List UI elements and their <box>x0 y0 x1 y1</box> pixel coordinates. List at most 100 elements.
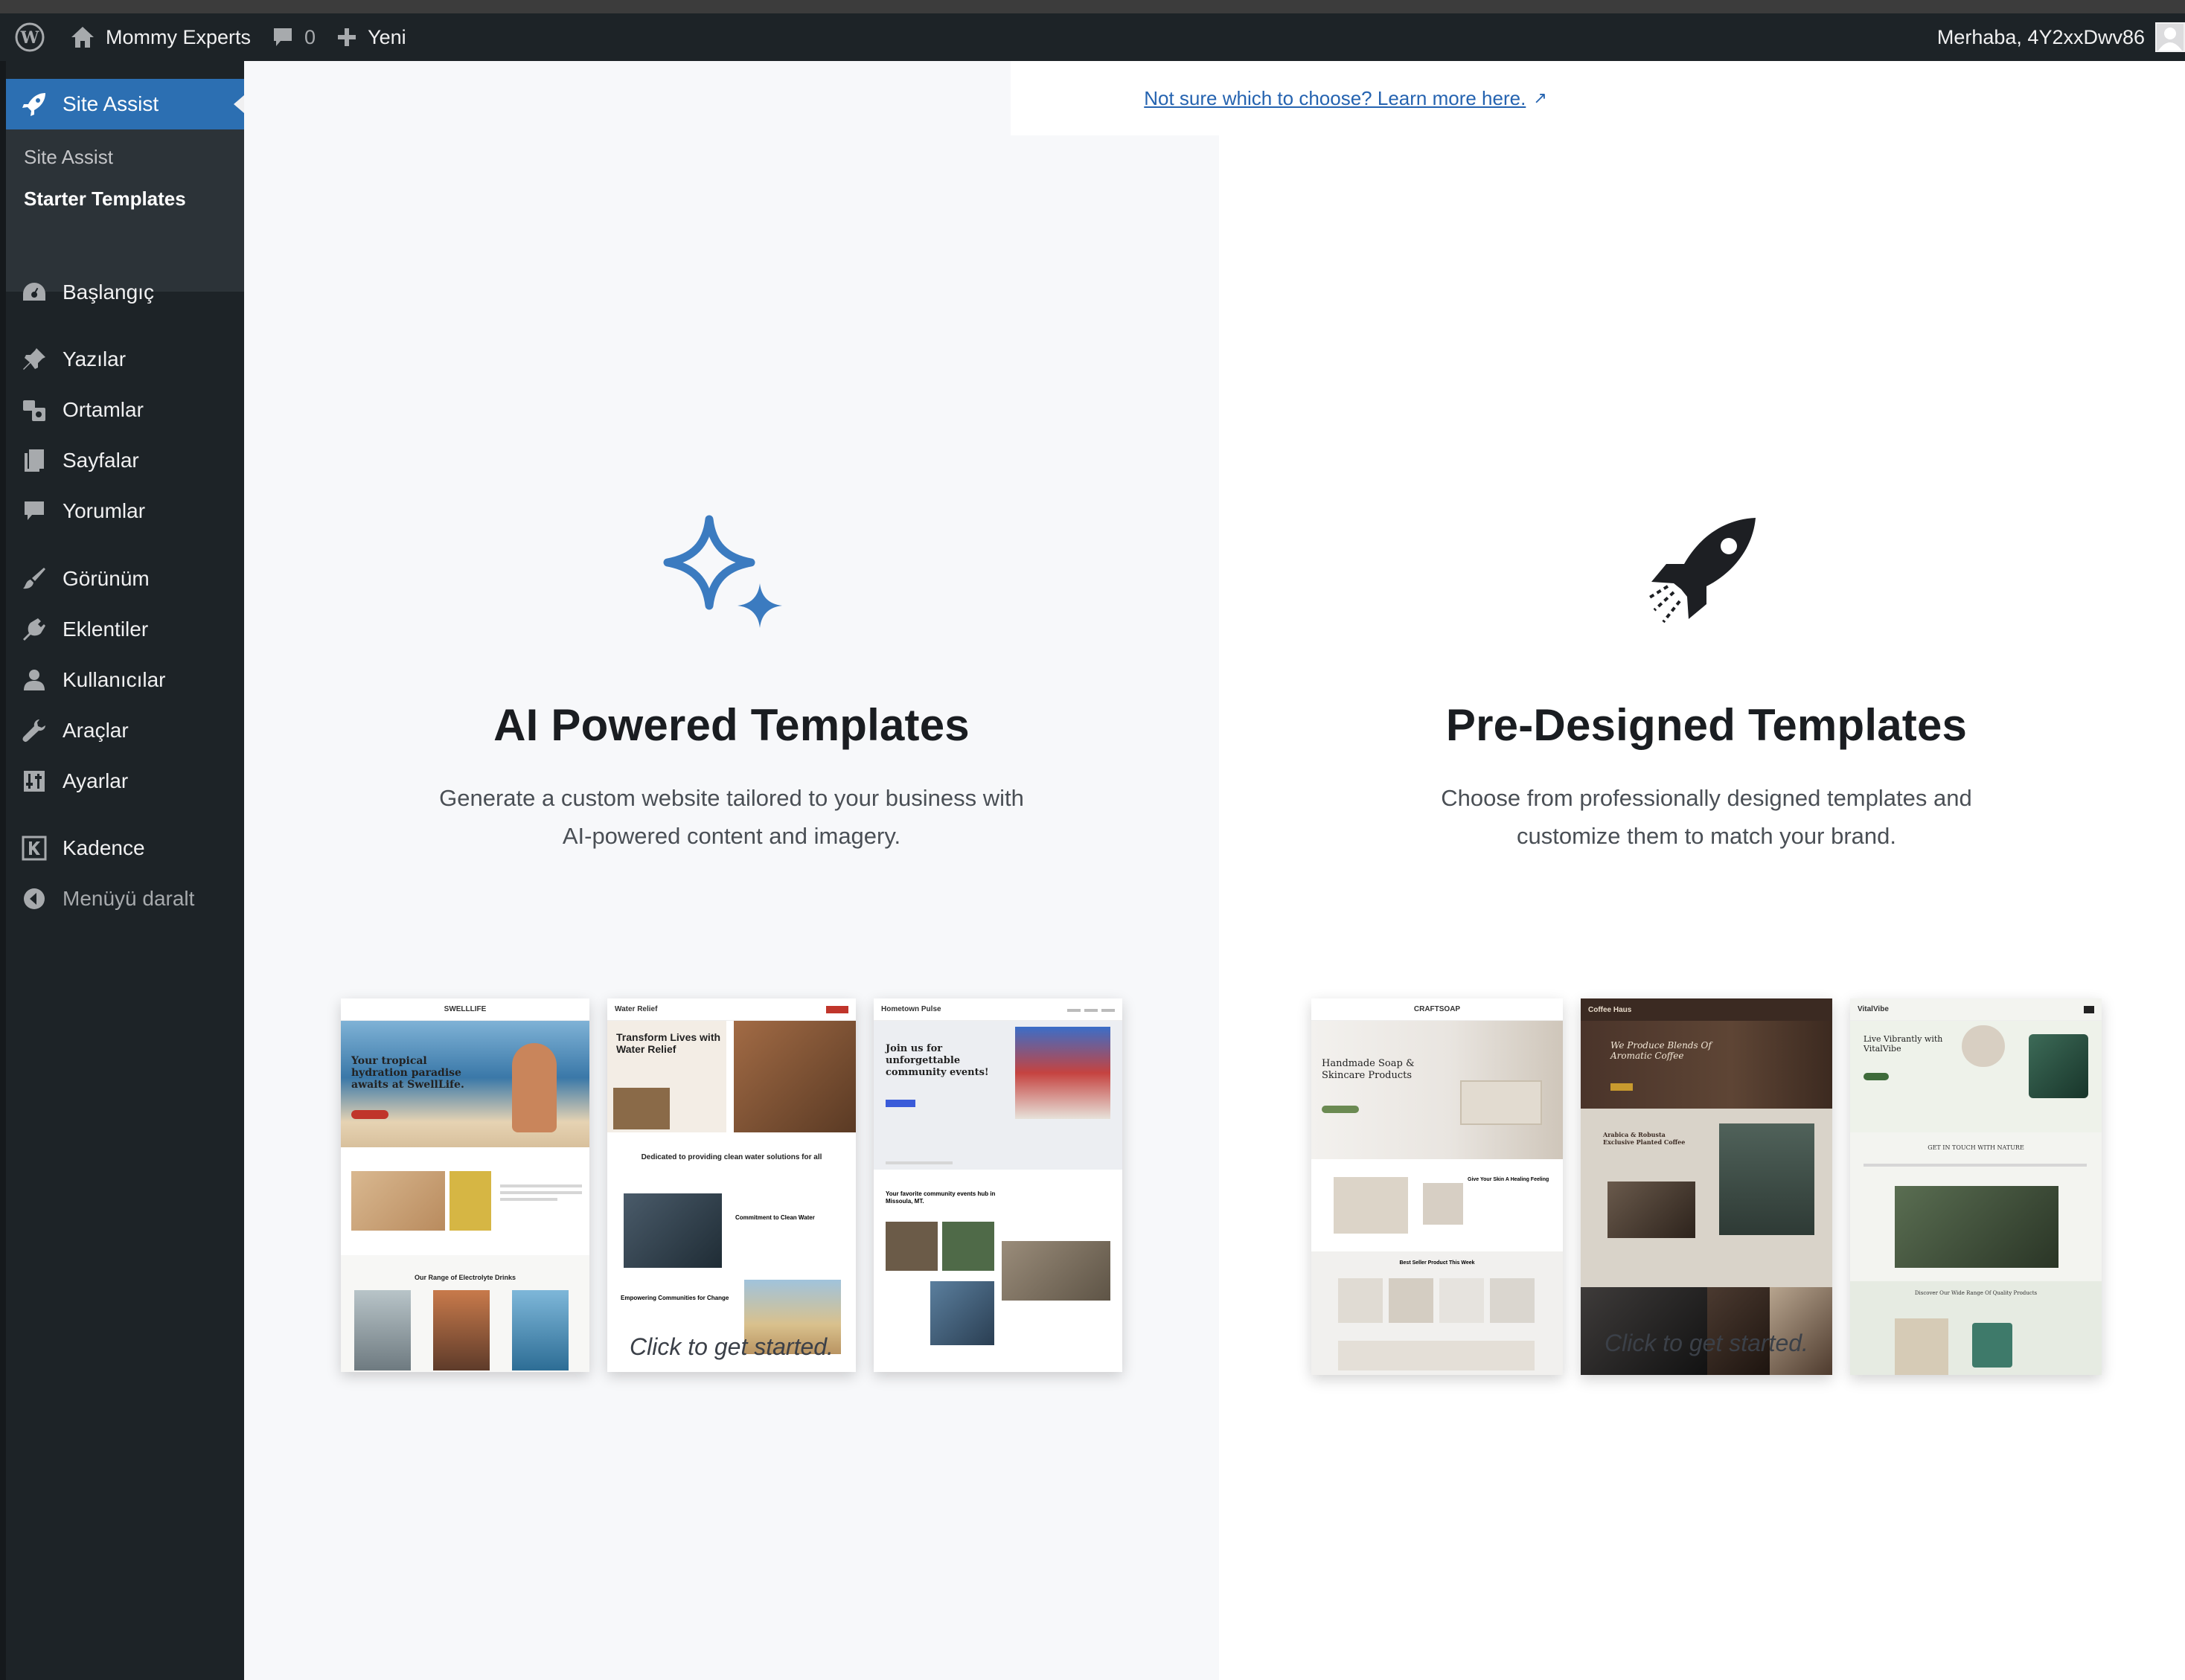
collapse-menu-button[interactable]: Menüyü daralt <box>6 879 244 918</box>
preview-logo: Water Relief <box>615 1005 658 1013</box>
external-link-icon: ↗ <box>1533 89 1547 107</box>
preview-headline: Handmade Soap & Skincare Products <box>1322 1058 1415 1081</box>
new-content-button[interactable]: Yeni <box>326 13 417 61</box>
sidebar-label: Sayfalar <box>63 449 139 472</box>
sidebar-label: Başlangıç <box>63 280 154 304</box>
woman-figure <box>512 1043 557 1132</box>
product-photo-2 <box>1389 1278 1433 1323</box>
help-note: Not sure which to choose? Learn more her… <box>1011 61 1680 135</box>
ai-preview-thumbnails: SWELLLIFE Your tropical hydration paradi… <box>278 998 1186 1372</box>
account-menu[interactable]: Merhaba, 4Y2xxDwv86 <box>1927 13 2185 61</box>
market-photo-3 <box>1002 1241 1110 1301</box>
predesigned-card-description: Choose from professionally designed temp… <box>1441 785 1972 849</box>
preview-headline: Join us for unforgettable community even… <box>886 1043 989 1078</box>
admin-sidebar: Site Assist Site Assist Starter Template… <box>0 61 244 1680</box>
preview-button <box>1864 1073 1889 1080</box>
sidebar-item-dashboard[interactable]: Başlangıç <box>6 273 244 312</box>
comment-bubble-icon <box>274 28 292 46</box>
media-icon <box>19 397 49 423</box>
predesigned-templates-card[interactable]: Pre-Designed Templates Choose from profe… <box>1253 478 2160 1519</box>
sidebar-label: Ayarlar <box>63 769 129 792</box>
sidebar-label: Yorumlar <box>63 499 146 522</box>
preview-craftsoap: CRAFTSOAP Handmade Soap & Skincare Produ… <box>1311 998 1563 1375</box>
sidebar-item-media[interactable]: Ortamlar <box>6 391 244 429</box>
product-photo-3 <box>1439 1278 1484 1323</box>
preview-subheading: Commitment to Clean Water <box>735 1214 815 1221</box>
preview-swelllife: SWELLLIFE Your tropical hydration paradi… <box>341 998 589 1372</box>
supplement-jar-photo <box>2029 1034 2088 1098</box>
espresso-photo <box>1607 1182 1695 1238</box>
sidebar-item-posts[interactable]: Yazılar <box>6 340 244 379</box>
sidebar-item-plugins[interactable]: Eklentiler <box>6 610 244 649</box>
sidebar-item-kadence[interactable]: Kadence <box>6 829 244 868</box>
rocket-icon <box>1253 515 2160 641</box>
text-lines <box>500 1181 582 1201</box>
sidebar-item-tools[interactable]: Araçlar <box>6 711 244 750</box>
collapse-icon <box>19 887 49 911</box>
sidebar-submenu: Site Assist Starter Templates <box>6 129 244 292</box>
kadence-icon <box>19 836 49 861</box>
pages-icon <box>19 448 49 473</box>
bowl-photo <box>1962 1025 2005 1067</box>
admin-bar: W Mommy Experts 0 Yeni Merhaba, 4Y2xxDwv… <box>0 13 2185 61</box>
drinking-photo <box>624 1193 722 1268</box>
preview-section-title: Our Range of Electrolyte Drinks <box>414 1274 516 1281</box>
sidebar-label: Menüyü daralt <box>63 887 195 910</box>
wordpress-icon: W <box>15 22 45 52</box>
main-content: Not sure which to choose? Learn more her… <box>244 61 2185 1680</box>
beach-photo <box>351 1171 445 1231</box>
sidebar-label: Eklentiler <box>63 618 149 641</box>
comments-link[interactable]: 0 <box>261 13 326 61</box>
home-icon <box>71 27 94 48</box>
product-photo-4 <box>1490 1278 1535 1323</box>
site-name-link[interactable]: Mommy Experts <box>60 13 261 61</box>
ai-card-cta: Click to get started. <box>630 1333 834 1360</box>
coffee-hero-image <box>1581 1021 1832 1109</box>
preview-button <box>351 1110 388 1119</box>
submenu-item-site-assist[interactable]: Site Assist <box>24 146 113 169</box>
sidebar-item-comments[interactable]: Yorumlar <box>6 492 244 530</box>
preview-button <box>886 1100 915 1107</box>
current-menu-arrow <box>234 95 244 113</box>
rocket-icon <box>19 91 49 118</box>
svg-text:W: W <box>20 28 39 48</box>
coffee-pour-photo <box>1719 1123 1814 1235</box>
predesigned-card-title: Pre-Designed Templates <box>1445 700 1968 750</box>
ai-templates-card[interactable]: AI Powered Templates Generate a custom w… <box>278 478 1186 1519</box>
greeting-text: Merhaba, 4Y2xxDwv86 <box>1936 25 2145 48</box>
wordpress-logo-button[interactable]: W <box>0 13 60 61</box>
learn-more-link[interactable]: Not sure which to choose? Learn more her… <box>1144 87 1526 110</box>
sidebar-item-settings[interactable]: Ayarlar <box>6 762 244 801</box>
submenu-item-starter-templates[interactable]: Starter Templates <box>24 187 186 211</box>
window-top-strip <box>0 0 2185 13</box>
preview-logo: Hometown Pulse <box>881 1005 941 1013</box>
sidebar-item-pages[interactable]: Sayfalar <box>6 441 244 480</box>
parade-photo <box>1015 1027 1110 1119</box>
small-photo <box>1423 1183 1463 1225</box>
market-photo-1 <box>886 1222 938 1271</box>
comment-icon <box>19 499 49 523</box>
site-name: Mommy Experts <box>106 25 252 48</box>
village-photo <box>613 1088 670 1129</box>
preview-headline: Your tropical hydration paradise awaits … <box>351 1055 464 1091</box>
brush-photo <box>1334 1177 1408 1234</box>
sidebar-label: Görünüm <box>63 567 150 590</box>
avatar[interactable] <box>2155 22 2185 52</box>
category-tags <box>1864 1164 2087 1171</box>
preview-logo: SWELLLIFE <box>444 1005 487 1013</box>
preview-section-title: GET IN TOUCH WITH NATURE <box>1928 1144 2024 1151</box>
dashboard-icon <box>19 281 49 304</box>
predesigned-card-cta: Click to get started. <box>1605 1330 1808 1356</box>
preview-section-title: Arabica & Robusta Exclusive Planted Coff… <box>1603 1131 1686 1146</box>
preview-subheading: Empowering Communities for Change <box>621 1295 729 1301</box>
sidebar-item-users[interactable]: Kullanıcılar <box>6 661 244 699</box>
sidebar-item-appearance[interactable]: Görünüm <box>6 560 244 598</box>
preview-logo: CRAFTSOAP <box>1413 1005 1461 1013</box>
feature-columns <box>886 1155 1109 1168</box>
plugin-icon <box>19 617 49 642</box>
sidebar-item-site-assist[interactable]: Site Assist <box>6 79 244 129</box>
ai-card-title: AI Powered Templates <box>493 700 970 750</box>
sidebar-label: Ortamlar <box>63 398 144 421</box>
palm-photo <box>450 1171 491 1231</box>
ai-card-description: Generate a custom website tailored to yo… <box>439 785 1024 849</box>
